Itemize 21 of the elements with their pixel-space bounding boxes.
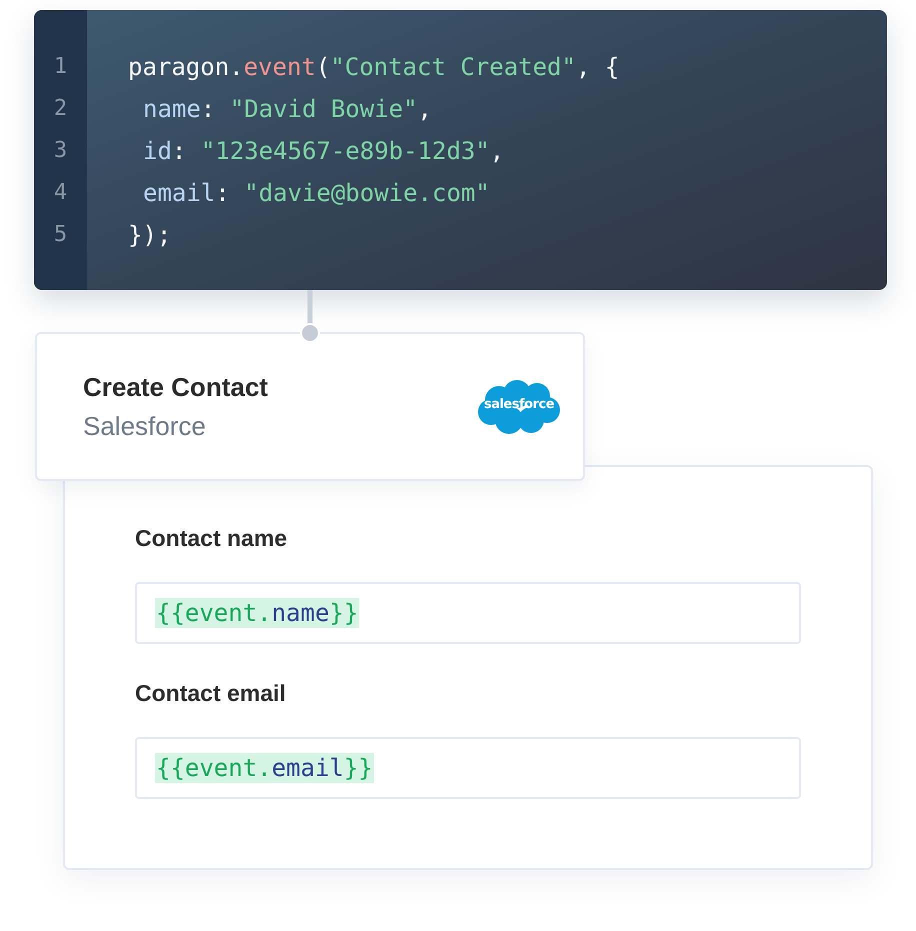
action-card[interactable]: Create Contact Salesforce salesforce (35, 332, 585, 481)
line-number: 4 (54, 179, 68, 207)
code-line: name: "David Bowie", (142, 94, 433, 125)
code-line: email: "davie@bowie.com" (142, 178, 491, 209)
code-line: paragon.event("Contact Created", { (128, 52, 620, 83)
action-title: Create Contact (83, 372, 268, 402)
line-number: 2 (54, 95, 68, 123)
app-name: Salesforce (83, 410, 207, 442)
cloud-logo: salesforce (477, 378, 561, 436)
input-field[interactable]: {{event.name}} (135, 582, 801, 644)
field-label: Contact name (135, 525, 288, 552)
code-line: }); (128, 220, 172, 251)
code-line: id: "123e4567-e89b-12d3", (142, 136, 506, 167)
input-field[interactable]: {{event.email}} (135, 737, 801, 799)
connector-line (300, 290, 320, 344)
variable-token: {{event.name}} (155, 598, 360, 628)
line-number: 5 (54, 221, 68, 249)
field-label: Contact email (135, 680, 287, 707)
variable-token: {{event.email}} (155, 753, 374, 783)
line-number: 3 (54, 137, 68, 165)
line-number: 1 (54, 53, 68, 81)
